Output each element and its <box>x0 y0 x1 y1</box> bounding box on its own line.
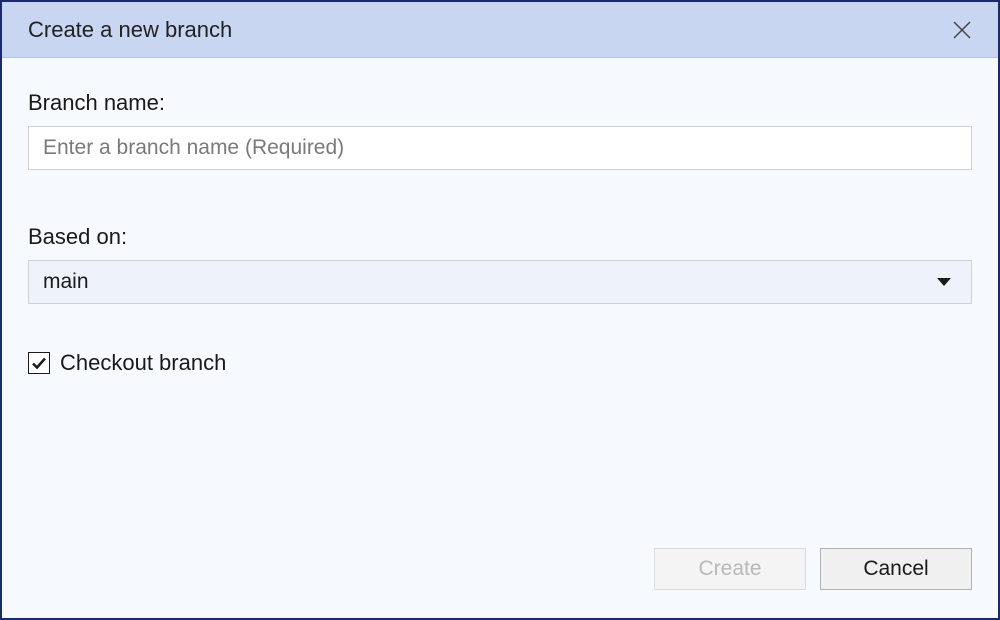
dialog-footer: Create Cancel <box>2 548 998 618</box>
chevron-down-icon <box>937 278 951 286</box>
checkout-branch-checkbox[interactable] <box>28 352 50 374</box>
cancel-button[interactable]: Cancel <box>820 548 972 590</box>
checkout-branch-checkbox-row[interactable]: Checkout branch <box>28 350 972 376</box>
branch-name-label: Branch name: <box>28 90 972 116</box>
based-on-selected-value: main <box>43 270 89 294</box>
check-icon <box>31 355 47 371</box>
close-button[interactable] <box>944 12 980 48</box>
create-branch-dialog: Create a new branch Branch name: Based o… <box>0 0 1000 620</box>
branch-name-input[interactable] <box>28 126 972 170</box>
based-on-label: Based on: <box>28 224 972 250</box>
checkout-branch-label: Checkout branch <box>60 350 226 376</box>
dialog-title: Create a new branch <box>28 17 232 43</box>
dialog-content: Branch name: Based on: main Checkout bra… <box>2 58 998 548</box>
based-on-dropdown[interactable]: main <box>28 260 972 304</box>
close-icon <box>952 20 972 40</box>
titlebar: Create a new branch <box>2 2 998 58</box>
create-button[interactable]: Create <box>654 548 806 590</box>
